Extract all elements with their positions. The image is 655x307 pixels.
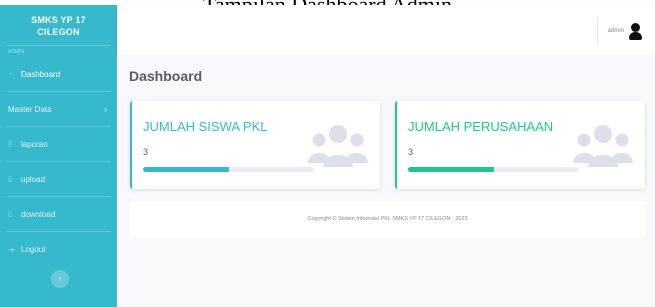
app-window: SMKS YP 17 CILEGON ADMIN ◔ Dashboard Mas… <box>0 5 655 307</box>
card-title: JUMLAH SISWA PKL <box>143 119 268 134</box>
card-value: 3 <box>143 147 149 157</box>
sidebar-item-laporan[interactable]: ▯ laporan <box>6 127 111 162</box>
sidebar-item-dashboard[interactable]: ◔ Dashboard <box>6 57 111 92</box>
progress-bar <box>408 167 579 172</box>
sidebar-brand[interactable]: SMKS YP 17 CILEGON <box>0 5 117 45</box>
upload-icon: ▯ <box>8 176 12 183</box>
sidebar-heading: ADMIN <box>6 45 111 57</box>
sidebar-item-master-data[interactable]: Master Data › <box>6 92 111 127</box>
topbar-divider <box>596 17 598 45</box>
footer-copyright: Copyright © Sistem Informasi PKL SMKS YP… <box>130 202 645 237</box>
users-icon <box>573 125 633 167</box>
card-title: JUMLAH PERUSAHAAN <box>408 119 554 134</box>
users-icon <box>308 125 368 167</box>
logout-icon: ⇥ <box>8 246 14 254</box>
progress-fill <box>143 167 229 172</box>
stat-card-siswa: JUMLAH SISWA PKL 3 <box>130 101 380 189</box>
main-content: Dashboard JUMLAH SISWA PKL 3 JUMLAH PERU… <box>117 54 655 307</box>
download-icon: ▯ <box>8 211 12 218</box>
chevron-right-icon: › <box>104 104 107 114</box>
sidebar-item-label: Master Data <box>8 104 52 114</box>
page-title: Dashboard <box>129 68 203 84</box>
sidebar-item-logout[interactable]: ⇥ Logout <box>6 232 111 267</box>
stat-card-perusahaan: JUMLAH PERUSAHAAN 3 <box>395 101 645 189</box>
sidebar-item-upload[interactable]: ▯ upload <box>6 162 111 197</box>
dashboard-icon: ◔ <box>8 70 13 78</box>
sidebar-item-label: Logout <box>21 245 46 254</box>
sidebar-item-download[interactable]: ▯ download <box>6 197 111 232</box>
brand-line-2: CILEGON <box>37 27 80 37</box>
sidebar-item-label: upload <box>21 174 46 184</box>
user-menu[interactable]: admin <box>596 17 643 45</box>
sidebar-toggle-button[interactable]: ‹ <box>51 270 69 288</box>
topbar: admin <box>117 5 655 54</box>
brand-line-1: SMKS YP 17 <box>31 15 86 25</box>
card-value: 3 <box>408 147 414 157</box>
sidebar: SMKS YP 17 CILEGON ADMIN ◔ Dashboard Mas… <box>0 5 117 307</box>
sidebar-item-label: laporan <box>21 139 48 149</box>
sidebar-item-label: download <box>21 209 56 219</box>
avatar-icon <box>628 22 643 40</box>
sidebar-item-label: Dashboard <box>21 69 61 79</box>
user-name: admin <box>607 28 624 34</box>
progress-bar <box>143 167 314 172</box>
progress-fill <box>408 167 494 172</box>
file-icon: ▯ <box>8 141 12 148</box>
